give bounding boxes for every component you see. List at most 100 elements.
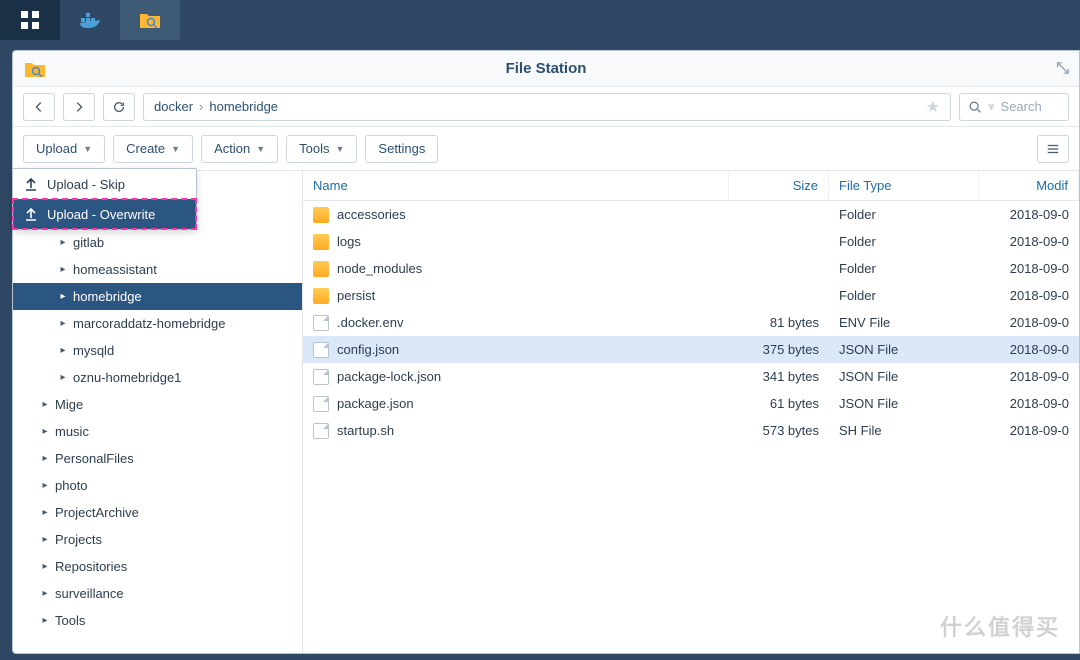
chevron-right-icon[interactable]	[57, 291, 69, 302]
file-modified: 2018-09-0	[979, 342, 1079, 357]
file-row[interactable]: package-lock.json341 bytesJSON File2018-…	[303, 363, 1079, 390]
create-button[interactable]: Create▼	[113, 135, 193, 163]
apps-grid-icon	[18, 8, 42, 32]
breadcrumb[interactable]: docker › homebridge ★	[143, 93, 951, 121]
taskbar-app-docker[interactable]	[60, 0, 120, 40]
menu-item-label: Upload - Overwrite	[47, 207, 155, 222]
chevron-right-icon[interactable]	[57, 372, 69, 383]
column-header-size[interactable]: Size	[729, 171, 829, 200]
chevron-right-icon	[72, 100, 86, 114]
tree-node-mige[interactable]: Mige	[13, 391, 302, 418]
file-size: 573 bytes	[729, 423, 829, 438]
tree-node-gitlab[interactable]: gitlab	[13, 229, 302, 256]
file-row[interactable]: package.json61 bytesJSON File2018-09-0	[303, 390, 1079, 417]
column-header-type[interactable]: File Type	[829, 171, 979, 200]
nav-refresh-button[interactable]	[103, 93, 135, 121]
file-modified: 2018-09-0	[979, 396, 1079, 411]
tree-node-mysqld[interactable]: mysqld	[13, 337, 302, 364]
chevron-right-icon[interactable]	[57, 237, 69, 248]
file-row[interactable]: accessoriesFolder2018-09-0	[303, 201, 1079, 228]
breadcrumb-segment[interactable]: homebridge	[209, 99, 278, 114]
chevron-right-icon[interactable]	[39, 507, 51, 518]
app-icon	[23, 57, 47, 81]
window-body: LYPWHDdockergitlabhomeassistanthomebridg…	[13, 171, 1079, 653]
column-header-name[interactable]: Name	[303, 171, 729, 200]
tree-node-label: Repositories	[51, 559, 127, 574]
file-name: startup.sh	[337, 423, 394, 438]
chevron-right-icon[interactable]	[39, 480, 51, 491]
file-size: 81 bytes	[729, 315, 829, 330]
action-button[interactable]: Action▼	[201, 135, 278, 163]
file-type: Folder	[829, 261, 979, 276]
folder-search-icon	[138, 8, 162, 32]
column-header-modified[interactable]: Modif	[979, 171, 1079, 200]
search-box[interactable]: ▾	[959, 93, 1069, 121]
chevron-right-icon[interactable]	[39, 561, 51, 572]
upload-button[interactable]: Upload▼	[23, 135, 105, 163]
favorite-star-icon[interactable]: ★	[926, 97, 940, 117]
toolbar: Upload▼ Create▼ Action▼ Tools▼ Settings	[13, 127, 1079, 171]
chevron-right-icon[interactable]	[57, 318, 69, 329]
taskbar-app-filestation[interactable]	[120, 0, 180, 40]
folder-icon	[313, 288, 329, 304]
chevron-right-icon[interactable]	[39, 615, 51, 626]
tree-node-repositories[interactable]: Repositories	[13, 553, 302, 580]
tree-node-photo[interactable]: photo	[13, 472, 302, 499]
file-list-rows[interactable]: accessoriesFolder2018-09-0logsFolder2018…	[303, 201, 1079, 653]
nav-back-button[interactable]	[23, 93, 55, 121]
tree-node-label: music	[51, 424, 89, 439]
folder-tree[interactable]: LYPWHDdockergitlabhomeassistanthomebridg…	[13, 171, 303, 653]
file-row[interactable]: persistFolder2018-09-0	[303, 282, 1079, 309]
file-row[interactable]: config.json375 bytesJSON File2018-09-0	[303, 336, 1079, 363]
chevron-right-icon[interactable]	[39, 399, 51, 410]
file-row[interactable]: .docker.env81 bytesENV File2018-09-0	[303, 309, 1079, 336]
tools-button[interactable]: Tools▼	[286, 135, 357, 163]
file-modified: 2018-09-0	[979, 234, 1079, 249]
list-view-button[interactable]	[1037, 135, 1069, 163]
file-row[interactable]: startup.sh573 bytesSH File2018-09-0	[303, 417, 1079, 444]
tree-node-homeassistant[interactable]: homeassistant	[13, 256, 302, 283]
window-titlebar[interactable]: File Station ⤡	[13, 51, 1079, 87]
tree-node-personalfiles[interactable]: PersonalFiles	[13, 445, 302, 472]
nav-row: docker › homebridge ★ ▾	[13, 87, 1079, 127]
start-menu-button[interactable]	[0, 0, 60, 40]
chevron-right-icon[interactable]	[57, 264, 69, 275]
chevron-right-icon[interactable]	[39, 534, 51, 545]
tree-node-oznu-homebridge1[interactable]: oznu-homebridge1	[13, 364, 302, 391]
chevron-right-icon[interactable]	[57, 345, 69, 356]
file-modified: 2018-09-0	[979, 207, 1079, 222]
tree-node-surveillance[interactable]: surveillance	[13, 580, 302, 607]
breadcrumb-segment[interactable]: docker	[154, 99, 193, 114]
file-row[interactable]: node_modulesFolder2018-09-0	[303, 255, 1079, 282]
pin-icon[interactable]: ⤡	[1056, 60, 1069, 78]
file-list-header[interactable]: Name Size File Type Modif	[303, 171, 1079, 201]
chevron-right-icon[interactable]	[39, 453, 51, 464]
chevron-right-icon[interactable]	[39, 588, 51, 599]
file-type: Folder	[829, 207, 979, 222]
tree-node-label: photo	[51, 478, 88, 493]
search-input[interactable]	[1001, 99, 1060, 114]
nav-forward-button[interactable]	[63, 93, 95, 121]
file-row[interactable]: logsFolder2018-09-0	[303, 228, 1079, 255]
tree-node-projects[interactable]: Projects	[13, 526, 302, 553]
tree-node-projectarchive[interactable]: ProjectArchive	[13, 499, 302, 526]
file-type: JSON File	[829, 369, 979, 384]
upload-skip-item[interactable]: Upload - Skip	[13, 169, 196, 199]
settings-button[interactable]: Settings	[365, 135, 438, 163]
file-modified: 2018-09-0	[979, 369, 1079, 384]
file-type: ENV File	[829, 315, 979, 330]
tree-node-music[interactable]: music	[13, 418, 302, 445]
chevron-right-icon[interactable]	[39, 426, 51, 437]
file-type: JSON File	[829, 396, 979, 411]
file-icon	[313, 315, 329, 331]
tree-node-label: PersonalFiles	[51, 451, 134, 466]
chevron-left-icon	[32, 100, 46, 114]
tree-node-marcoraddatz-homebridge[interactable]: marcoraddatz-homebridge	[13, 310, 302, 337]
upload-icon	[23, 206, 39, 222]
file-type: Folder	[829, 234, 979, 249]
tree-node-tools[interactable]: Tools	[13, 607, 302, 634]
tree-node-label: surveillance	[51, 586, 124, 601]
tree-node-homebridge[interactable]: homebridge	[13, 283, 302, 310]
file-list: Name Size File Type Modif accessoriesFol…	[303, 171, 1079, 653]
upload-overwrite-item[interactable]: Upload - Overwrite	[13, 199, 196, 229]
